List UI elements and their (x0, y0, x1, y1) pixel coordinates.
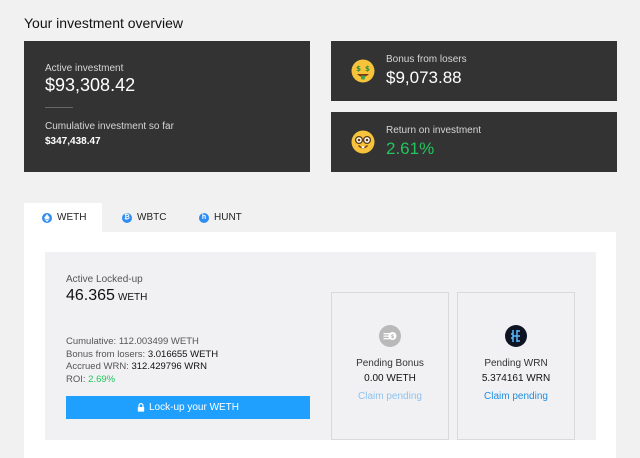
claim-bonus-link[interactable]: Claim pending (332, 391, 448, 402)
page-title: Your investment overview (24, 15, 184, 31)
locked-up-label: Active Locked-up (66, 274, 143, 285)
active-investment-label: Active investment (45, 63, 124, 74)
svg-text:$: $ (365, 65, 370, 73)
bitcoin-icon: ₿ (122, 212, 132, 223)
divider (45, 107, 73, 108)
cumulative-investment-value: $347,438.47 (45, 136, 101, 147)
roi-label: Return on investment (386, 125, 482, 136)
pending-bonus-title: Pending Bonus (356, 358, 424, 369)
ethereum-icon (42, 212, 52, 223)
money-face-emoji-icon: $ $ (351, 59, 375, 83)
claim-wrn-link[interactable]: Claim pending (458, 391, 574, 402)
cumulative-investment-label: Cumulative investment so far (45, 121, 174, 132)
wrn-token-icon (505, 325, 527, 347)
pending-bonus-box: $ Pending Bonus 0.00 WETH Claim pending (331, 292, 449, 440)
tab-wbtc[interactable]: ₿ WBTC (102, 203, 180, 232)
hunt-icon: h (199, 212, 209, 223)
stat-roi: ROI: 2.69% (66, 373, 116, 385)
coins-icon: $ (379, 325, 401, 347)
bonus-card: $ $ Bonus from losers $9,073.88 (331, 41, 617, 101)
stat-cumulative: Cumulative: 112.003499 WETH (66, 336, 199, 347)
locked-up-unit: WETH (117, 292, 148, 303)
stat-accrued: Accrued WRN: 312.429796 WRN (66, 361, 207, 372)
tab-hunt[interactable]: h HUNT (180, 203, 254, 232)
bonus-value: $9,073.88 (386, 68, 462, 87)
lock-up-button-label: Lock-up your WETH (148, 402, 240, 413)
bonus-label: Bonus from losers (386, 54, 467, 65)
svg-text:$: $ (356, 65, 361, 73)
active-investment-value: $93,308.42 (45, 75, 136, 95)
tab-weth[interactable]: WETH (24, 203, 102, 232)
weth-panel: Active Locked-up 46.365 WETH Cumulative: … (24, 232, 616, 458)
investment-summary-card: Active investment $93,308.42 Cumulative … (24, 41, 310, 172)
stat-bonus: Bonus from losers: 3.016655 WETH (66, 348, 219, 360)
lock-icon (137, 403, 145, 412)
svg-text:$: $ (391, 334, 395, 340)
locked-up-value: 46.365 WETH (66, 287, 148, 304)
nerd-face-emoji-icon (351, 130, 375, 154)
tab-label: WETH (57, 212, 87, 223)
pending-bonus-value: 0.00 WETH (364, 373, 416, 384)
roi-card: Return on investment 2.61% (331, 112, 617, 172)
token-tabs: WETH ₿ WBTC h HUNT (24, 203, 254, 232)
pending-wrn-title: Pending WRN (484, 358, 548, 369)
tab-label: HUNT (214, 212, 242, 223)
pending-wrn-value: 5.374161 WRN (481, 373, 551, 384)
roi-value: 2.61% (386, 139, 435, 158)
tab-label: WBTC (137, 212, 167, 223)
locked-up-section: Active Locked-up 46.365 WETH Cumulative: … (45, 252, 596, 440)
lock-up-button[interactable]: Lock-up your WETH (66, 396, 310, 419)
stats-list: Cumulative: 112.003499 WETH Bonus from l… (66, 336, 218, 386)
pending-wrn-box: Pending WRN 5.374161 WRN Claim pending (457, 292, 575, 440)
